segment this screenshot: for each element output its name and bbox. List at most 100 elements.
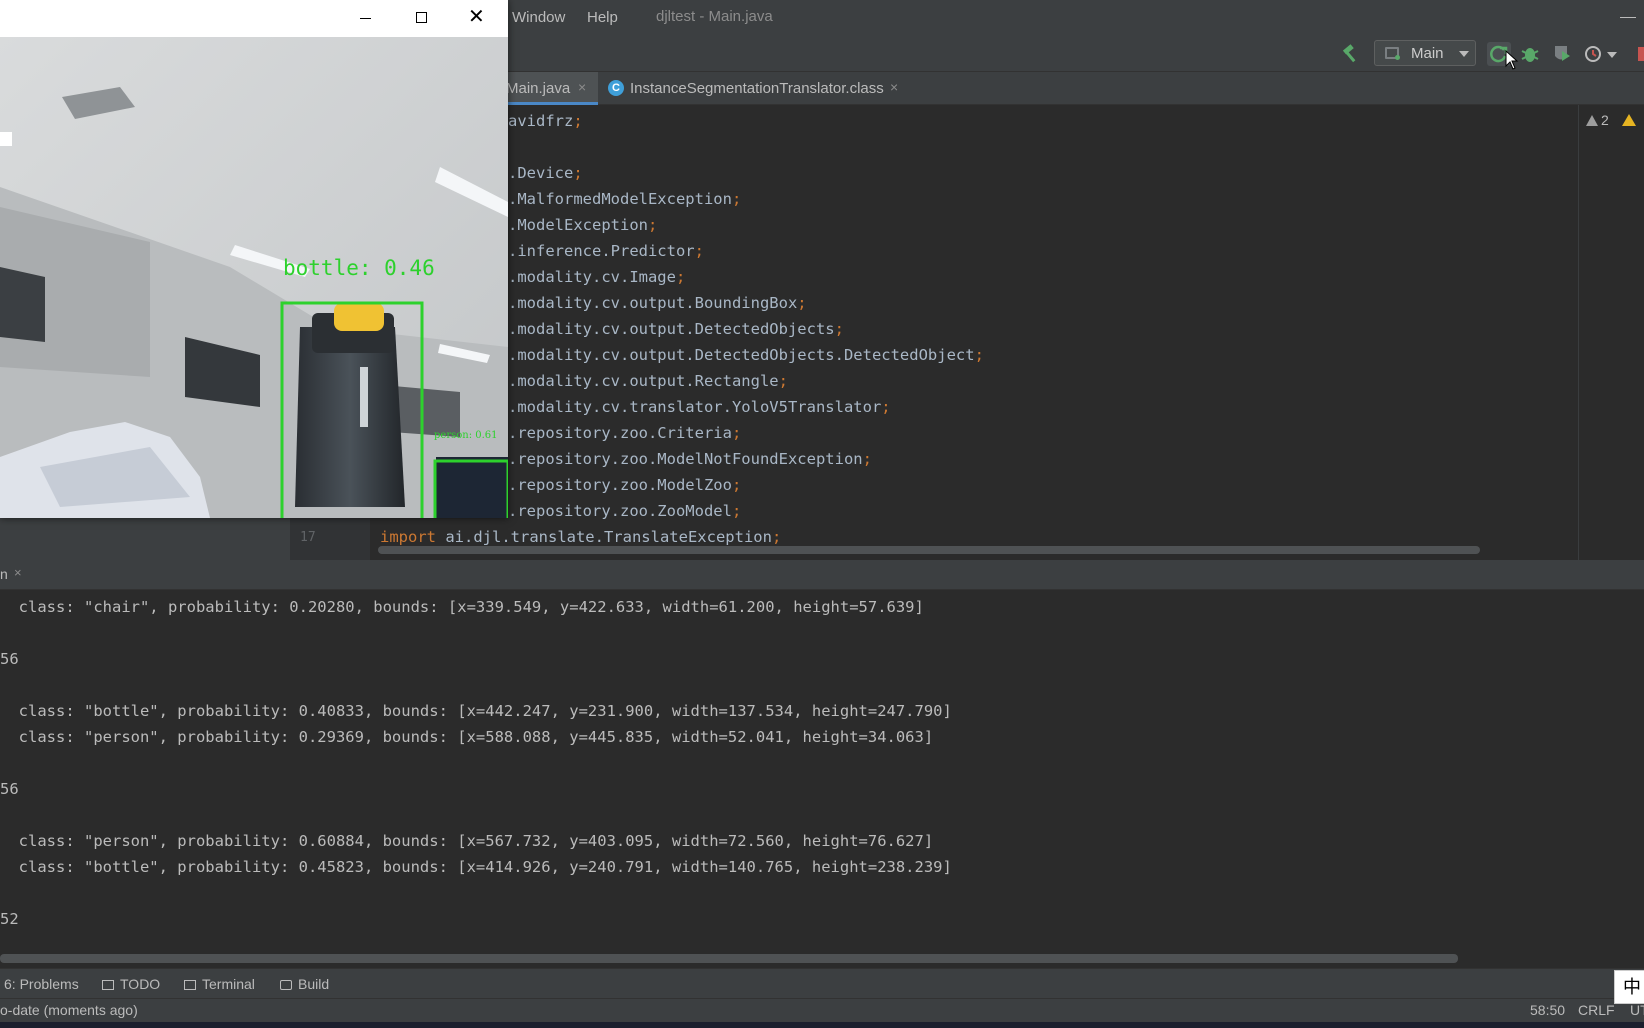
debug-icon[interactable]	[1518, 42, 1542, 66]
console-line: class: "person", probability: 0.29369, b…	[0, 728, 934, 746]
code-line[interactable]: .modality.cv.translator.YoloV5Translator…	[508, 394, 891, 420]
close-icon[interactable]: ×	[578, 79, 586, 95]
console-line: 56	[0, 650, 19, 668]
code-text: .modality.cv.output.Rectangle	[508, 372, 779, 390]
ime-indicator[interactable]: 中	[1614, 970, 1644, 1004]
code-semicolon: ;	[731, 502, 742, 520]
close-icon[interactable]: ×	[890, 79, 898, 95]
console-horizontal-scrollbar[interactable]	[0, 954, 1458, 963]
code-semicolon: ;	[731, 424, 742, 442]
file-encoding[interactable]: UT	[1630, 1002, 1644, 1018]
code-semicolon: ;	[797, 294, 807, 312]
maximize-icon[interactable]	[416, 12, 427, 23]
code-semicolon: ;	[862, 450, 872, 468]
code-text: .modality.cv.output.DetectedObjects	[508, 320, 835, 338]
menu-window[interactable]: Window	[512, 9, 565, 26]
console-line: 52	[0, 910, 19, 928]
code-text: ai.djl.translate.TranslateException	[436, 528, 772, 546]
run-console[interactable]: class: "chair", probability: 0.20280, bo…	[0, 590, 1644, 954]
code-text: .modality.cv.translator.YoloV5Translator	[508, 398, 882, 416]
chevron-down-icon[interactable]	[1606, 42, 1618, 66]
code-line[interactable]: .repository.zoo.ModelZoo;	[508, 472, 741, 498]
detection-label-bottle: bottle: 0.46	[283, 256, 435, 280]
warning-icon	[1586, 115, 1598, 126]
line-separator[interactable]: CRLF	[1578, 1002, 1615, 1018]
code-line[interactable]: .modality.cv.output.DetectedObjects;	[508, 316, 844, 342]
code-semicolon: ;	[771, 528, 782, 546]
run-tab-label[interactable]: n	[0, 566, 8, 582]
mouse-cursor-icon	[1505, 50, 1519, 70]
code-line[interactable]: .modality.cv.Image;	[508, 264, 685, 290]
code-line[interactable]: .repository.zoo.Criteria;	[508, 420, 741, 446]
run-tool-window-header: n ×	[0, 560, 1644, 590]
code-semicolon: ;	[974, 346, 984, 364]
code-line[interactable]: .Device;	[508, 160, 583, 186]
os-taskbar	[0, 1022, 1644, 1028]
project-title: djltest - Main.java	[656, 8, 773, 25]
tab-instance-segmentation-translator[interactable]: C InstanceSegmentationTranslator.class ×	[598, 72, 908, 105]
todo-tool-button[interactable]: TODO	[102, 976, 160, 992]
code-text: avidfrz	[508, 112, 574, 130]
list-icon	[102, 980, 114, 990]
code-line[interactable]: .modality.cv.output.DetectedObjects.Dete…	[508, 342, 984, 368]
todo-label: TODO	[120, 976, 161, 992]
code-semicolon: ;	[675, 268, 686, 286]
code-text: .ModelException	[508, 216, 648, 234]
chevron-down-icon	[1459, 51, 1469, 57]
code-line[interactable]: .MalformedModelException;	[508, 186, 741, 212]
warning-icon[interactable]	[1622, 114, 1636, 126]
code-line[interactable]: .ModelException;	[508, 212, 657, 238]
profile-icon[interactable]	[1582, 42, 1606, 66]
code-line[interactable]: .inference.Predictor;	[508, 238, 704, 264]
hammer-icon[interactable]	[1340, 44, 1360, 64]
terminal-label: Terminal	[202, 976, 255, 992]
detection-label-person: person: 0.61	[434, 430, 498, 441]
status-message[interactable]: o-date (moments ago)	[0, 1002, 138, 1018]
code-semicolon: ;	[573, 164, 583, 182]
menu-help[interactable]: Help	[587, 9, 618, 26]
code-line[interactable]: .modality.cv.output.BoundingBox;	[508, 290, 807, 316]
code-semicolon: ;	[881, 398, 891, 416]
config-running-dot	[1395, 55, 1400, 60]
minimize-icon[interactable]	[360, 18, 371, 19]
code-text: .repository.zoo.ModelNotFoundException	[508, 450, 863, 468]
code-line[interactable]: .modality.cv.output.Rectangle;	[508, 368, 788, 394]
code-text: .repository.zoo.ZooModel	[508, 502, 732, 520]
build-tool-button[interactable]: Build	[280, 976, 329, 992]
caret-position[interactable]: 58:50	[1530, 1002, 1565, 1018]
console-line: class: "bottle", probability: 0.45823, b…	[0, 858, 952, 876]
hammer-icon	[280, 980, 292, 990]
terminal-tool-button[interactable]: Terminal	[184, 976, 255, 992]
code-line[interactable]: .repository.zoo.ZooModel;	[508, 498, 741, 524]
stop-icon[interactable]	[1638, 42, 1644, 66]
ide-minimize-icon[interactable]	[1620, 17, 1636, 18]
class-file-icon: C	[608, 80, 624, 96]
project-panel-strip	[0, 518, 290, 560]
editor-horizontal-scrollbar[interactable]	[378, 546, 1480, 554]
code-text: .repository.zoo.ModelZoo	[508, 476, 732, 494]
line-number: 17	[300, 530, 316, 545]
problems-tool-button[interactable]: 6: Problems	[4, 976, 79, 992]
code-text: .repository.zoo.Criteria	[508, 424, 732, 442]
code-text: .modality.cv.Image	[508, 268, 676, 286]
close-icon[interactable]: ✕	[468, 4, 485, 28]
code-semicolon: ;	[834, 320, 844, 338]
run-config-selector[interactable]: Main	[1374, 40, 1476, 66]
code-semicolon: ;	[731, 476, 742, 494]
close-icon[interactable]: ×	[14, 565, 22, 580]
inspection-warnings[interactable]: 2	[1586, 112, 1609, 128]
code-text: .Device	[508, 164, 574, 182]
coverage-icon[interactable]	[1550, 42, 1574, 66]
editor-divider	[1578, 105, 1579, 560]
code-semicolon: ;	[778, 372, 788, 390]
console-line: class: "chair", probability: 0.20280, bo…	[0, 598, 924, 616]
tool-window-bar: 6: Problems TODO Terminal Build	[0, 968, 1644, 998]
code-semicolon: ;	[573, 112, 583, 130]
code-line[interactable]: .repository.zoo.ModelNotFoundException;	[508, 446, 872, 472]
warning-count: 2	[1601, 112, 1609, 128]
code-line[interactable]: avidfrz;	[508, 108, 583, 134]
camera-preview-window[interactable]: ✕ bottle: 0.46 person: 0.61	[0, 0, 508, 518]
run-config-label: Main	[1411, 45, 1444, 62]
camera-window-title-bar[interactable]: ✕	[0, 0, 508, 37]
code-semicolon: ;	[694, 242, 704, 260]
